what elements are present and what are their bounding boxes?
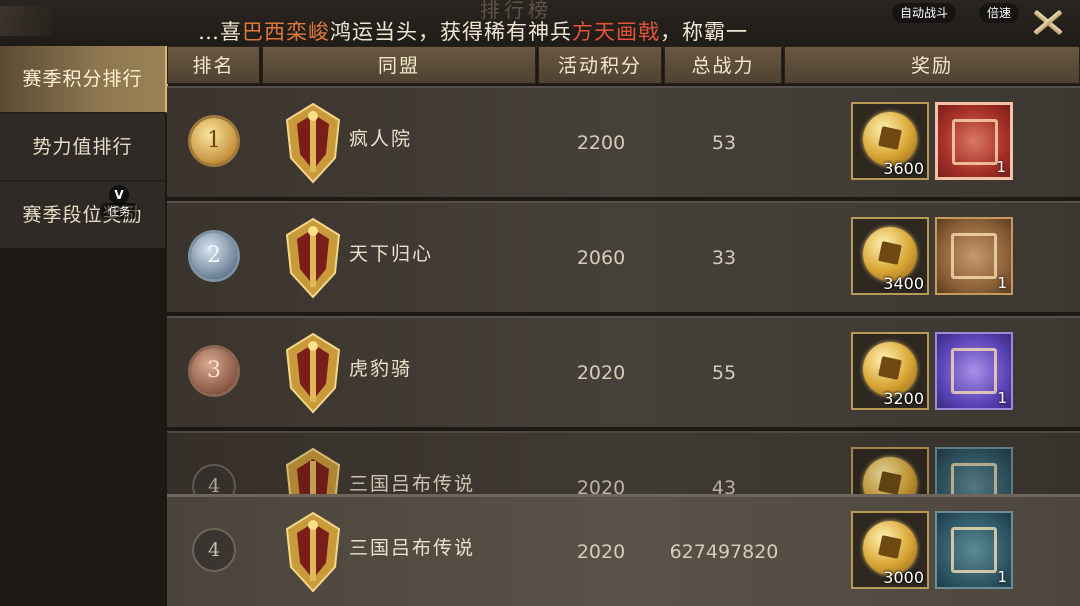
announcement-marquee: …喜巴西栾峻鸿运当头，获得稀有神兵方天画戟，称霸一 [198,16,748,46]
header-alliance: 同盟 [262,46,536,84]
rank-badge: 4 [194,530,234,570]
frame-icon [951,233,997,279]
total-power: 55 [711,362,737,384]
rank-medal-icon: 2 [191,233,237,279]
coin-amount: 3400 [883,274,924,293]
table-row[interactable]: 3 虎豹骑 2020 55 3200 1 [167,316,1080,427]
alliance-name: 三国吕布传说 [349,473,476,495]
table-row[interactable]: 1 疯人院 2200 53 3600 1 [167,86,1080,197]
coin-icon [863,342,917,396]
header-power: 总战力 [664,46,782,84]
header-points: 活动积分 [538,46,662,84]
alliance-emblem-icon [285,332,341,414]
alliance-name: 天下归心 [349,243,434,265]
marquee-player: 巴西栾峻 [242,20,330,44]
frame-quantity: 1 [997,389,1007,407]
alliance-emblem-icon [285,102,341,184]
marquee-text: 鸿运当头，获得稀有神兵 [330,20,572,44]
activity-points: 2060 [576,247,626,269]
total-power: 627497820 [669,541,779,563]
header-reward: 奖励 [784,46,1080,84]
marquee-text: …喜 [198,20,242,44]
coin-reward[interactable]: 3200 [851,332,929,410]
coin-reward[interactable] [851,447,929,495]
frame-quantity: 1 [997,274,1007,292]
alliance-name: 疯人院 [349,128,413,150]
close-icon[interactable] [1028,4,1068,40]
rank-medal-icon: 3 [191,348,237,394]
frame-icon [952,119,998,165]
frame-quantity: 1 [996,158,1006,176]
frame-reward[interactable]: 1 [935,102,1013,180]
activity-points: 2020 [576,477,626,495]
frame-reward[interactable]: 1 [935,217,1013,295]
header-rank: 排名 [167,46,260,84]
logo-icon [0,6,52,36]
coin-amount: 3000 [883,568,924,587]
frame-icon [951,463,997,495]
task-button[interactable]: V 任务 [100,185,138,219]
total-power: 33 [711,247,737,269]
coin-icon [863,457,917,495]
coin-amount: 3200 [883,389,924,408]
tab-season-rewards[interactable]: 赛季段位奖励 [0,182,165,249]
coin-reward[interactable]: 3600 [851,102,929,180]
coin-icon [863,521,917,575]
rank-medal-icon: 1 [191,118,237,164]
frame-icon [951,348,997,394]
task-label: 任务 [100,203,138,219]
speed-button[interactable]: 倍速 [979,3,1020,23]
coin-icon [863,227,917,281]
table-row[interactable]: 2 天下归心 2060 33 3400 1 [167,201,1080,312]
marquee-text: ，称霸一 [660,20,748,44]
sidebar-background [0,248,165,606]
alliance-emblem-icon [285,511,341,593]
coin-reward[interactable]: 3000 [851,511,929,589]
activity-points: 2020 [576,362,626,384]
activity-points: 2200 [576,132,626,154]
auto-battle-button[interactable]: 自动战斗 [892,3,957,23]
total-power: 43 [711,477,737,495]
my-alliance-row[interactable]: 4 三国吕布传说 2020 627497820 3000 1 [167,494,1080,606]
table-row[interactable]: 4 三国吕布传说 2020 43 [167,431,1080,495]
frame-reward[interactable]: 1 [935,511,1013,589]
task-badge: V [109,185,129,205]
tab-influence[interactable]: 势力值排行 [0,114,165,181]
alliance-emblem-icon [285,447,341,495]
coin-icon [863,112,917,166]
top-banner: 排行榜 …喜巴西栾峻鸿运当头，获得稀有神兵方天画戟，称霸一 自动战斗 倍速 [0,0,1080,47]
frame-reward[interactable] [935,447,1013,495]
sidebar: 赛季积分排行 势力值排行 赛季段位奖励 [0,46,168,606]
rank-badge: 4 [194,466,234,495]
coin-amount: 3600 [883,159,924,178]
frame-reward[interactable]: 1 [935,332,1013,410]
frame-icon [951,527,997,573]
tab-season-points[interactable]: 赛季积分排行 [0,46,168,113]
alliance-name: 虎豹骑 [349,358,413,380]
marquee-item: 方天画戟 [572,20,660,44]
alliance-emblem-icon [285,217,341,299]
coin-reward[interactable]: 3400 [851,217,929,295]
total-power: 53 [711,132,737,154]
alliance-name: 三国吕布传说 [349,537,476,559]
frame-quantity: 1 [997,568,1007,586]
